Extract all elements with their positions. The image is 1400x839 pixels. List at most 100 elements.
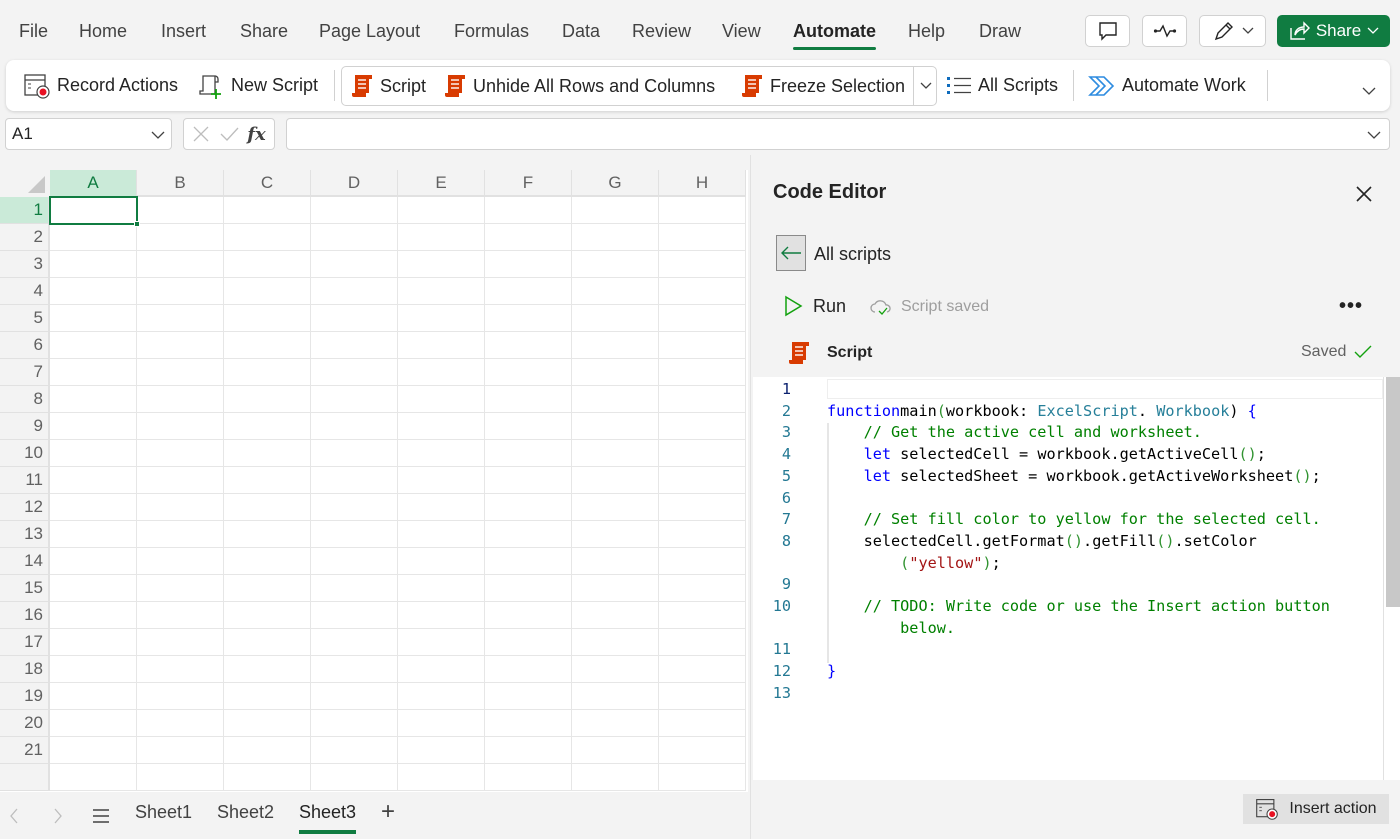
column-header-g[interactable]: G [572,170,659,197]
gallery-item-script[interactable]: Script [350,67,426,105]
code-text: // TODO: Write code or use the Insert ac… [827,595,1330,617]
tab-insert[interactable]: Insert [161,20,206,42]
code-text: selectedCell.getFormat().getFill().setCo… [827,530,1257,552]
column-header-f[interactable]: F [485,170,572,197]
row-header-13[interactable]: 13 [0,521,50,548]
script-name[interactable]: Script [827,344,872,362]
column-header-d[interactable]: D [311,170,398,197]
tab-formulas[interactable]: Formulas [454,20,529,42]
code-editor[interactable]: 1 2 functionmain(workbook: ExcelScript. Wo… [753,377,1383,780]
all-sheets-menu-icon[interactable] [92,808,110,824]
ribbon-divider [1267,70,1268,101]
row-header-9[interactable]: 9 [0,413,50,440]
play-icon [785,295,803,317]
scroll-left-icon[interactable] [9,808,19,824]
formula-input[interactable] [286,118,1390,150]
code-token: .setColor [1174,531,1257,550]
insert-action-button[interactable]: Insert action [1243,794,1389,824]
insert-function-icon[interactable]: fx [247,124,265,145]
sheet-tab-sheet3[interactable]: Sheet3 [299,802,357,834]
grid-row-line [50,682,746,683]
more-options-button[interactable]: ••• [1339,295,1363,318]
back-button[interactable] [776,235,806,271]
all-scripts-button[interactable]: All Scripts [946,60,1058,111]
row-header-3[interactable]: 3 [0,251,50,278]
tab-review[interactable]: Review [632,20,691,42]
row-header-7[interactable]: 7 [0,359,50,386]
column-header-c[interactable]: C [224,170,311,197]
row-header-6[interactable]: 6 [0,332,50,359]
sheet-tab-sheet2[interactable]: Sheet2 [217,802,274,823]
code-text: let selectedSheet = workbook.getActiveWo… [827,465,1321,487]
code-token: ; [1311,466,1321,485]
column-header-a[interactable]: A [50,170,137,197]
new-script-label: New Script [231,75,319,95]
name-box[interactable]: A1 [5,118,172,150]
gallery-item-freeze-selection[interactable]: Freeze Selection [740,67,905,105]
code-text: let selectedCell = workbook.getActiveCel… [827,443,1266,465]
new-script-button[interactable]: New Script [197,60,318,111]
tab-view[interactable]: View [722,20,761,42]
sheet-tab-sheet1[interactable]: Sheet1 [135,802,192,823]
record-actions-label: Record Actions [57,75,179,95]
code-token: () [1293,466,1312,485]
comments-button[interactable] [1085,15,1130,47]
add-sheet-button[interactable]: + [381,798,395,826]
line-number: 7 [781,510,791,529]
scrollbar-thumb[interactable] [1386,377,1400,607]
tab-share[interactable]: Share [240,20,288,42]
editing-mode-button[interactable] [1199,15,1266,47]
check-icon[interactable] [219,125,239,143]
row-header-14[interactable]: 14 [0,548,50,575]
row-header-1[interactable]: 1 [0,197,50,224]
tab-data[interactable]: Data [562,20,600,42]
tab-file[interactable]: File [19,20,48,42]
tab-home[interactable]: Home [79,20,127,42]
chevron-down-icon[interactable] [1367,131,1381,140]
record-actions-button[interactable]: Record Actions [23,60,178,111]
fill-handle[interactable] [134,221,140,227]
back-label[interactable]: All scripts [814,244,891,265]
row-header-18[interactable]: 18 [0,656,50,683]
cancel-icon[interactable] [192,125,210,143]
line-number: 3 [781,423,791,442]
column-header-b[interactable]: B [137,170,224,197]
share-button[interactable]: Share [1277,15,1390,47]
tab-help[interactable]: Help [908,20,945,42]
scroll-right-icon[interactable] [53,808,63,824]
tab-automate[interactable]: Automate [793,20,877,50]
activity-button[interactable] [1142,15,1187,47]
select-all-corner[interactable] [0,170,50,197]
row-header-17[interactable]: 17 [0,629,50,656]
active-cell-a1[interactable] [49,196,138,225]
gallery-item-unhide-all[interactable]: Unhide All Rows and Columns [443,67,715,105]
gallery-expand-button[interactable] [913,67,937,105]
row-header-10[interactable]: 10 [0,440,50,467]
column-header-e[interactable]: E [398,170,485,197]
code-scrollbar[interactable] [1383,377,1400,780]
row-header-12[interactable]: 12 [0,494,50,521]
tab-draw[interactable]: Draw [979,20,1021,42]
column-header-h[interactable]: H [659,170,746,197]
row-header-5[interactable]: 5 [0,305,50,332]
row-header-8[interactable]: 8 [0,386,50,413]
automate-work-button[interactable]: Automate Work [1088,60,1246,111]
row-header-21[interactable]: 21 [0,737,50,764]
row-header-4[interactable]: 4 [0,278,50,305]
code-line: 2 functionmain(workbook: ExcelScript. Wor… [753,400,1383,422]
ribbon-expand-button[interactable] [1362,66,1376,117]
row-header-16[interactable]: 16 [0,602,50,629]
row-header-19[interactable]: 19 [0,683,50,710]
code-line: 8 selectedCell.getFormat().getFill().set… [753,530,1383,552]
row-header-11[interactable]: 11 [0,467,50,494]
close-button[interactable] [1351,181,1377,207]
code-text: functionmain(workbook: ExcelScript. Work… [827,400,1257,422]
row-header-2[interactable]: 2 [0,224,50,251]
tab-page-layout[interactable]: Page Layout [319,20,420,42]
row-header-20[interactable]: 20 [0,710,50,737]
spreadsheet-grid[interactable]: ABCDEFGH 1 2 3 4 5 6 7 8 9 10 11 12 13 14 15 16 17 18 19 20… [0,170,748,792]
row-header-15[interactable]: 15 [0,575,50,602]
run-button[interactable]: Run [783,295,846,317]
code-line: 4 let selectedCell = workbook.getActiveC… [753,443,1383,465]
